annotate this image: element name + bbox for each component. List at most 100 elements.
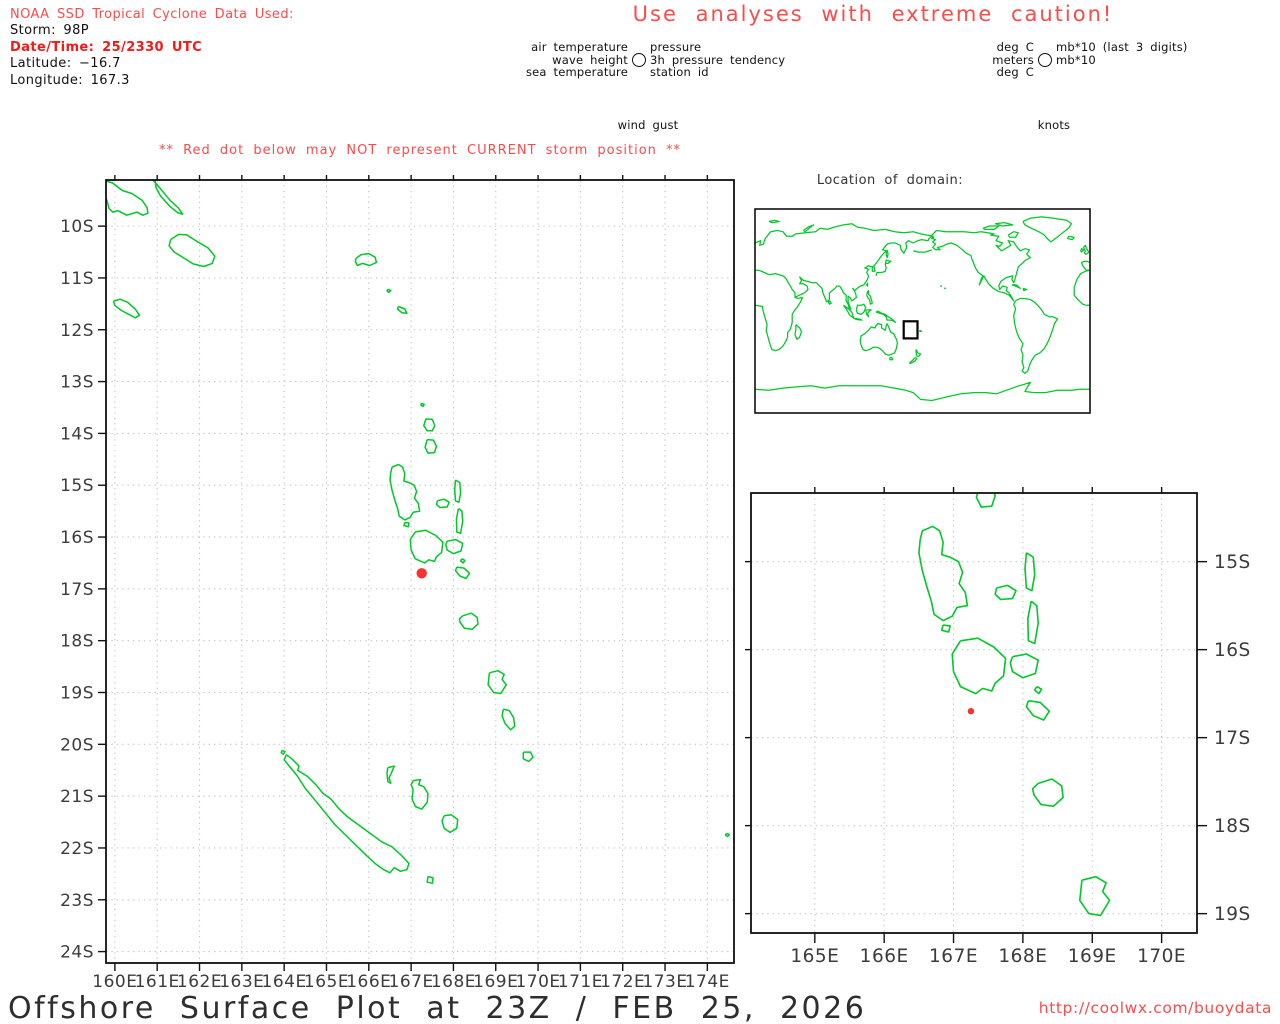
coastline-tasmania [890,358,893,360]
coastline-philippines [867,291,873,305]
source-url: http://coolwx.com/buoydata [1039,999,1272,1017]
datetime-line: Date/Time: 25/2330 UTC [10,40,294,56]
main-lon-label: 163E [219,972,264,992]
main-lat-label: 23S [60,891,94,911]
main-lat-label: 13S [60,373,94,393]
main-lon-label: 173E [642,972,687,992]
unit-knots: knots [1012,119,1096,132]
zoom-lat-label: 17S [1214,728,1251,749]
coastline-australia [860,324,897,356]
coastline-ambrym [1010,654,1038,678]
main-lat-label: 21S [60,787,94,807]
coastline-malo [942,625,950,632]
coastline-new-guinea [876,311,896,322]
main-lon-label: 162E [177,972,222,992]
unit-mb10-tendency: mb*10 [1056,54,1096,67]
coastline-antarctica [755,382,1090,400]
coastline-paama [461,559,465,563]
coastline-iceland [1068,236,1075,239]
coastline-south-america [1014,299,1058,374]
coastline-efate [459,613,478,629]
coastline-aneityum [523,752,533,761]
coastline-aoba [995,585,1016,599]
coastline-makira [169,234,215,266]
main-lon-label: 160E [92,972,137,992]
zoom-map: 165E166E167E168E169E170E15S16S17S18S19S [453,43,1280,1024]
zoom-gridlines [751,493,1197,933]
coastline-nz-south [910,358,917,364]
main-lat-label: 18S [60,632,94,652]
coastline-paama [1035,687,1042,694]
main-lon-label: 169E [473,972,518,992]
main-lon-label: 167E [389,972,434,992]
coastline-efate [1033,779,1064,806]
coastline-vanua-lava [974,449,992,469]
main-lat-label: 15S [60,476,94,496]
coastline-rennell [114,299,140,318]
coastline-lifou [411,780,428,810]
coastline-uk [1084,245,1090,254]
zoom-coastlines [453,43,1280,1024]
main-lon-label: 168E [431,972,476,992]
coastline-malekula [410,530,443,563]
coastline-taiwan [867,283,868,286]
coastline-epi [456,567,470,578]
main-lon-label: 165E [304,972,349,992]
coastline-vanikoro [398,306,407,313]
coastline-africa [755,297,803,350]
coastline-japan [876,260,891,276]
main-lat-label: 12S [60,321,94,341]
units-circle-icon [1038,53,1052,67]
legend-air-temperature: air temperature [430,41,628,54]
storm-id-line: Storm: 98P [10,23,294,39]
coastline-malo [404,523,409,527]
longitude-line: Longitude: 167.3 [10,73,294,89]
coastline-novaya-zemlya [803,225,813,232]
coastline-arctic-1 [983,226,999,229]
coastline-maewo [455,480,461,502]
coastline-pentecost [456,509,462,534]
coastline-matthew-island [726,834,730,837]
coastline-svalbard [769,220,779,222]
world-map [755,209,1090,413]
zoom-lon-label: 166E [860,946,909,967]
coastline-gaua [976,484,995,507]
coastline-ambrym [446,540,463,554]
inset-map-label: Location of domain: [745,173,1035,188]
unit-deg-c-air: deg C [836,41,1034,54]
coastline-nc-tip [281,751,285,755]
station-circle-icon [632,53,646,67]
coastline-espiritu-santo [919,526,968,620]
zoom-map-frame [751,493,1197,933]
main-lon-label: 161E [135,972,180,992]
zoom-lat-label: 16S [1214,640,1251,661]
main-lon-label: 171E [558,972,603,992]
legend-station-id: station id [650,66,709,79]
main-lat-label: 14S [60,424,94,444]
coastline-mota-lava [421,403,424,406]
coastline-new-caledonia [284,755,409,873]
coastline-sakhalin [886,250,888,258]
latitude-line: Latitude: −16.7 [10,56,294,72]
data-source-line: NOAA SSD Tropical Cyclone Data Used: [10,7,294,23]
coastline-sri-lanka [829,301,832,304]
offshore-surface-plot-page: 160E161E162E163E164E165E166E167E168E169E… [0,0,1280,1024]
zoom-lat-label: 15S [1214,552,1251,573]
coastline-hispaniola [1023,288,1027,290]
zoom-lon-label: 165E [790,946,839,967]
unit-mb10-pressure: mb*10 (last 3 digits) [1056,41,1188,54]
coastline-rennell [466,246,508,278]
coastline-epi [1026,701,1049,720]
units-legend: deg C mb*10 (last 3 digits) meters mb*10… [836,41,1266,79]
zoom-tick-labels: 165E166E167E168E169E170E15S16S17S18S19S [790,552,1250,967]
coastline-baffin [1008,232,1018,238]
coastline-ouvea [387,766,394,783]
coastline-greenland [1023,217,1071,242]
domain-location-box [904,321,918,338]
coastline-solomon-a [106,181,148,215]
coastline-erromango [488,671,506,694]
main-lat-label: 19S [60,683,94,703]
storm-info-block: NOAA SSD Tropical Cyclone Data Used: Sto… [10,7,294,89]
legend-sea-temperature: sea temperature [430,66,628,79]
zoom-lon-label: 170E [1137,946,1186,967]
